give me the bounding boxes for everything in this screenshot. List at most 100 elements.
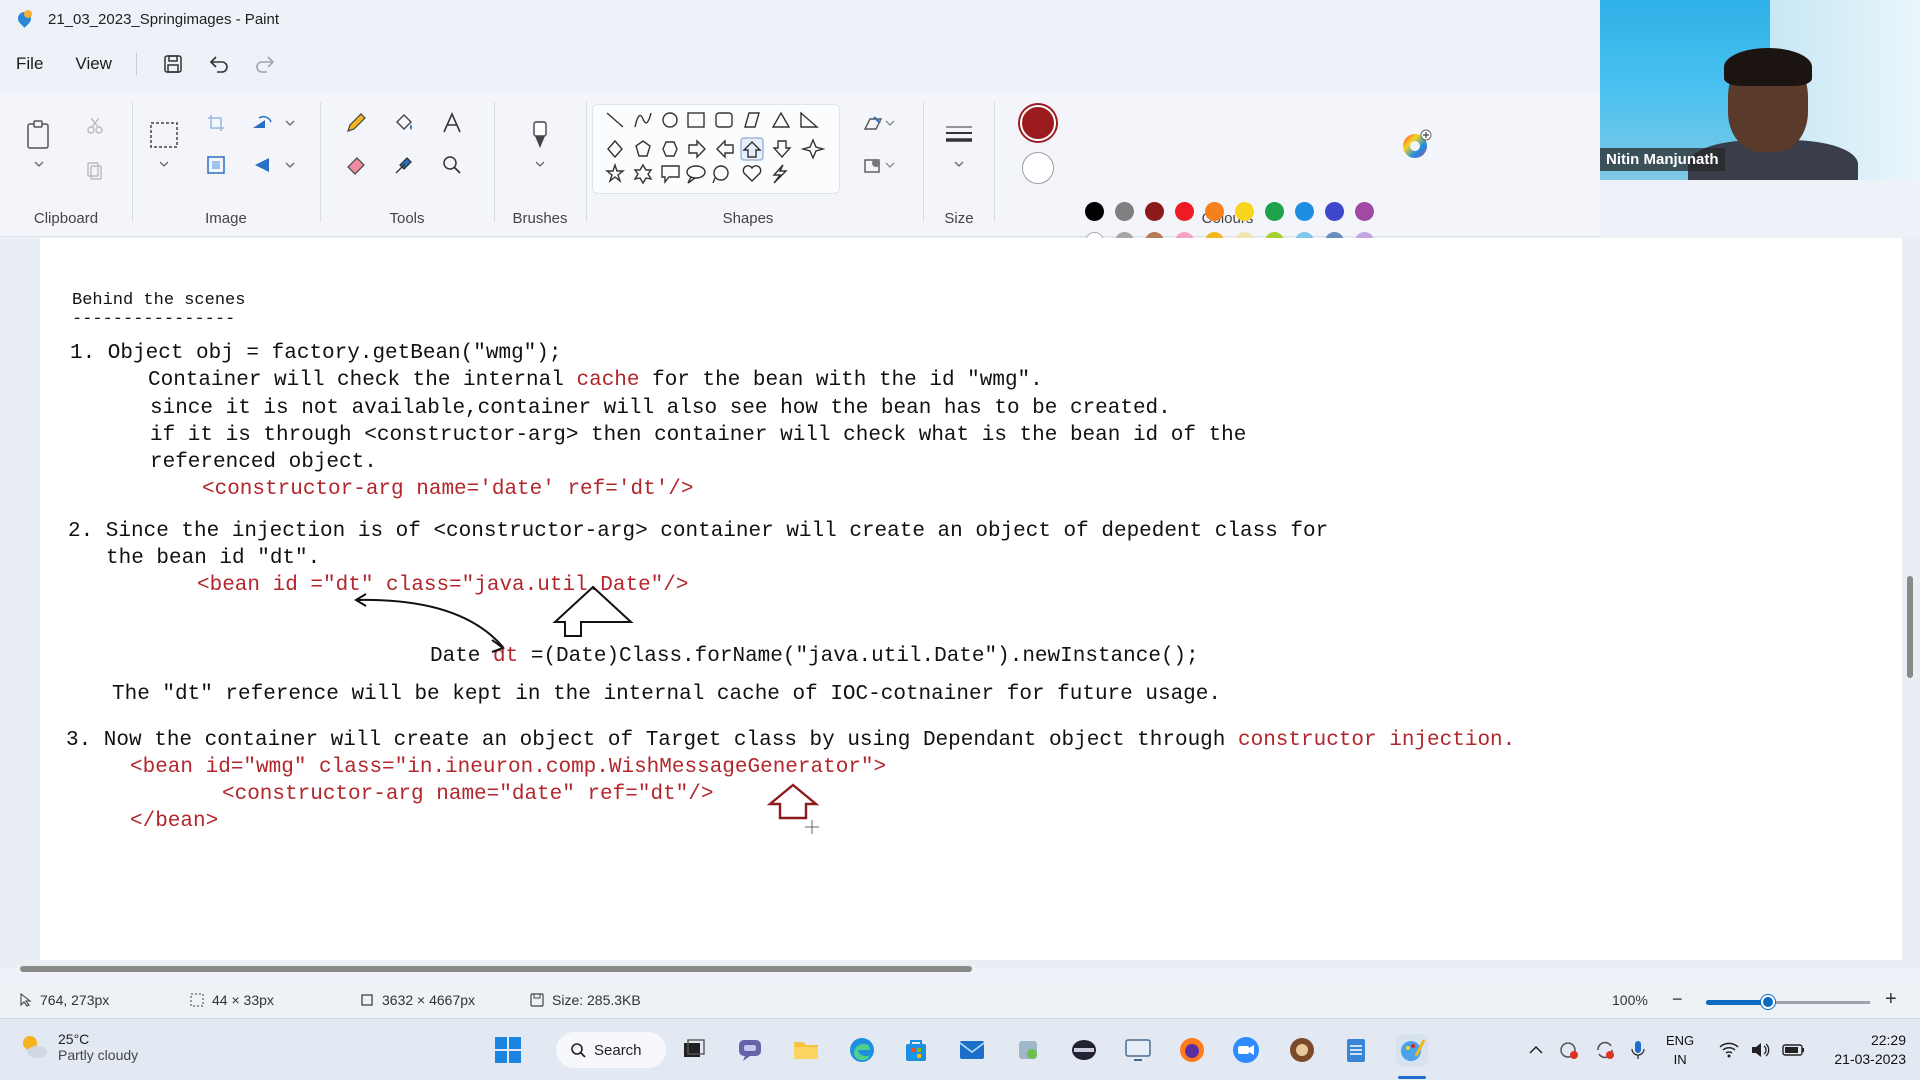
fill-button[interactable]: [387, 106, 421, 140]
colour-swatch[interactable]: [1355, 202, 1374, 221]
magnifier-button[interactable]: [435, 148, 469, 182]
copy-button[interactable]: [78, 154, 112, 188]
edge-icon: [850, 1038, 874, 1062]
taskbar-search[interactable]: Search: [556, 1032, 666, 1068]
colour-picker-button[interactable]: [387, 148, 421, 182]
clipboard-group: Clipboard: [0, 92, 132, 237]
clock[interactable]: 22:29 21-03-2023: [1834, 1031, 1906, 1069]
task-view-icon: [684, 1039, 705, 1057]
disk-icon: [530, 993, 544, 1007]
colour-swatch[interactable]: [1235, 202, 1254, 221]
app-button-1[interactable]: [1012, 1034, 1044, 1066]
store-button[interactable]: [900, 1034, 932, 1066]
weather-description: Partly cloudy: [58, 1047, 139, 1063]
colour-swatch[interactable]: [1295, 202, 1314, 221]
shapes-label: Shapes: [722, 210, 774, 227]
start-button[interactable]: [492, 1034, 524, 1066]
cursor-position-value: 764, 273px: [40, 992, 110, 1008]
quick-settings[interactable]: [1718, 1019, 1806, 1080]
search-label: Search: [594, 1041, 642, 1059]
zoom-slider-thumb[interactable]: [1761, 995, 1776, 1009]
colour-swatch[interactable]: [1085, 202, 1104, 221]
brushes-group: Brushes: [495, 92, 585, 237]
menu-view[interactable]: View: [59, 54, 128, 74]
brushes-dropdown[interactable]: [523, 154, 557, 174]
flip-dropdown[interactable]: [273, 148, 307, 182]
hexagon-shape: [662, 141, 678, 157]
colour-swatch[interactable]: [1115, 202, 1134, 221]
colour-swatch[interactable]: [1205, 202, 1224, 221]
brushes-button[interactable]: [523, 118, 557, 152]
menu-file[interactable]: File: [0, 54, 59, 74]
text-button[interactable]: [435, 106, 469, 140]
menu-bar: File View: [0, 44, 1600, 84]
chevron-down-icon: [159, 161, 169, 167]
secondary-colour[interactable]: [1022, 152, 1054, 184]
task-view-button[interactable]: [678, 1034, 710, 1066]
undo-icon: [209, 56, 228, 73]
primary-colour[interactable]: [1020, 105, 1056, 141]
edit-colours-button[interactable]: [1399, 128, 1433, 162]
redo-button[interactable]: [247, 48, 283, 80]
monitor-icon: [1125, 1039, 1151, 1061]
fill-style-dropdown[interactable]: [880, 148, 900, 182]
rotate-dropdown[interactable]: [273, 106, 307, 140]
weather-widget[interactable]: 25°C Partly cloudy: [18, 1031, 138, 1063]
rotate-icon: [253, 115, 272, 128]
app-button-4[interactable]: [1286, 1034, 1318, 1066]
horizontal-scrollbar[interactable]: [20, 966, 972, 972]
notepad-icon: [1347, 1039, 1365, 1062]
paste-dropdown[interactable]: [22, 154, 56, 174]
zoom-in-button[interactable]: +: [1885, 988, 1897, 1011]
paint-app-icon: [15, 9, 34, 28]
colour-swatch[interactable]: [1325, 202, 1344, 221]
cut-button[interactable]: [78, 108, 112, 142]
microphone-icon[interactable]: [1630, 1039, 1646, 1061]
file-explorer-button[interactable]: [790, 1034, 822, 1066]
edge-button[interactable]: [846, 1034, 878, 1066]
size-button[interactable]: [942, 118, 976, 152]
notepad-button[interactable]: [1340, 1034, 1372, 1066]
clipboard-label: Clipboard: [33, 210, 99, 227]
tray-app-icon[interactable]: [1558, 1039, 1580, 1061]
colour-swatch[interactable]: [1265, 202, 1284, 221]
firefox-button[interactable]: [1176, 1034, 1208, 1066]
paint-taskbar-button[interactable]: [1396, 1034, 1428, 1066]
select-dropdown[interactable]: [147, 154, 181, 174]
crop-button[interactable]: [199, 106, 233, 140]
app-button-3[interactable]: [1122, 1034, 1154, 1066]
drawing-canvas[interactable]: Behind the scenes ---------------- 1. Ob…: [40, 238, 1902, 960]
sync-icon[interactable]: [1594, 1039, 1616, 1061]
vertical-scrollbar[interactable]: [1907, 576, 1913, 678]
mail-button[interactable]: [956, 1034, 988, 1066]
resize-button[interactable]: [199, 148, 233, 182]
rounded-rectangle-shape: [715, 112, 733, 128]
selection-size: 44 × 33px: [190, 992, 274, 1008]
eraser-icon: [347, 157, 365, 175]
line-width-icon: [946, 126, 972, 142]
size-dropdown[interactable]: [942, 154, 976, 174]
tools-label: Tools: [389, 210, 425, 227]
save-button[interactable]: [155, 48, 191, 80]
colour-swatch[interactable]: [1175, 202, 1194, 221]
line-shape: [606, 112, 624, 128]
canvas-size-value: 3632 × 4667px: [382, 992, 476, 1008]
chevron-up-icon[interactable]: [1528, 1045, 1544, 1055]
image-group: Image: [133, 92, 319, 237]
volume-icon: [1752, 1043, 1770, 1057]
chevron-down-icon: [535, 161, 545, 167]
teams-chat-button[interactable]: [734, 1034, 766, 1066]
outline-dropdown[interactable]: [880, 106, 900, 140]
paste-button[interactable]: [22, 118, 56, 152]
pencil-button[interactable]: [339, 106, 373, 140]
language-indicator[interactable]: ENG IN: [1666, 1031, 1694, 1069]
zoom-out-button[interactable]: −: [1672, 989, 1683, 1010]
undo-button[interactable]: [201, 48, 237, 80]
zoom-app-button[interactable]: [1230, 1034, 1262, 1066]
app-button-2[interactable]: [1068, 1034, 1100, 1066]
eraser-button[interactable]: [339, 148, 373, 182]
select-button[interactable]: [147, 118, 181, 152]
flip-icon: [255, 158, 269, 172]
rectangle-select-icon: [150, 122, 178, 148]
colour-swatch[interactable]: [1145, 202, 1164, 221]
